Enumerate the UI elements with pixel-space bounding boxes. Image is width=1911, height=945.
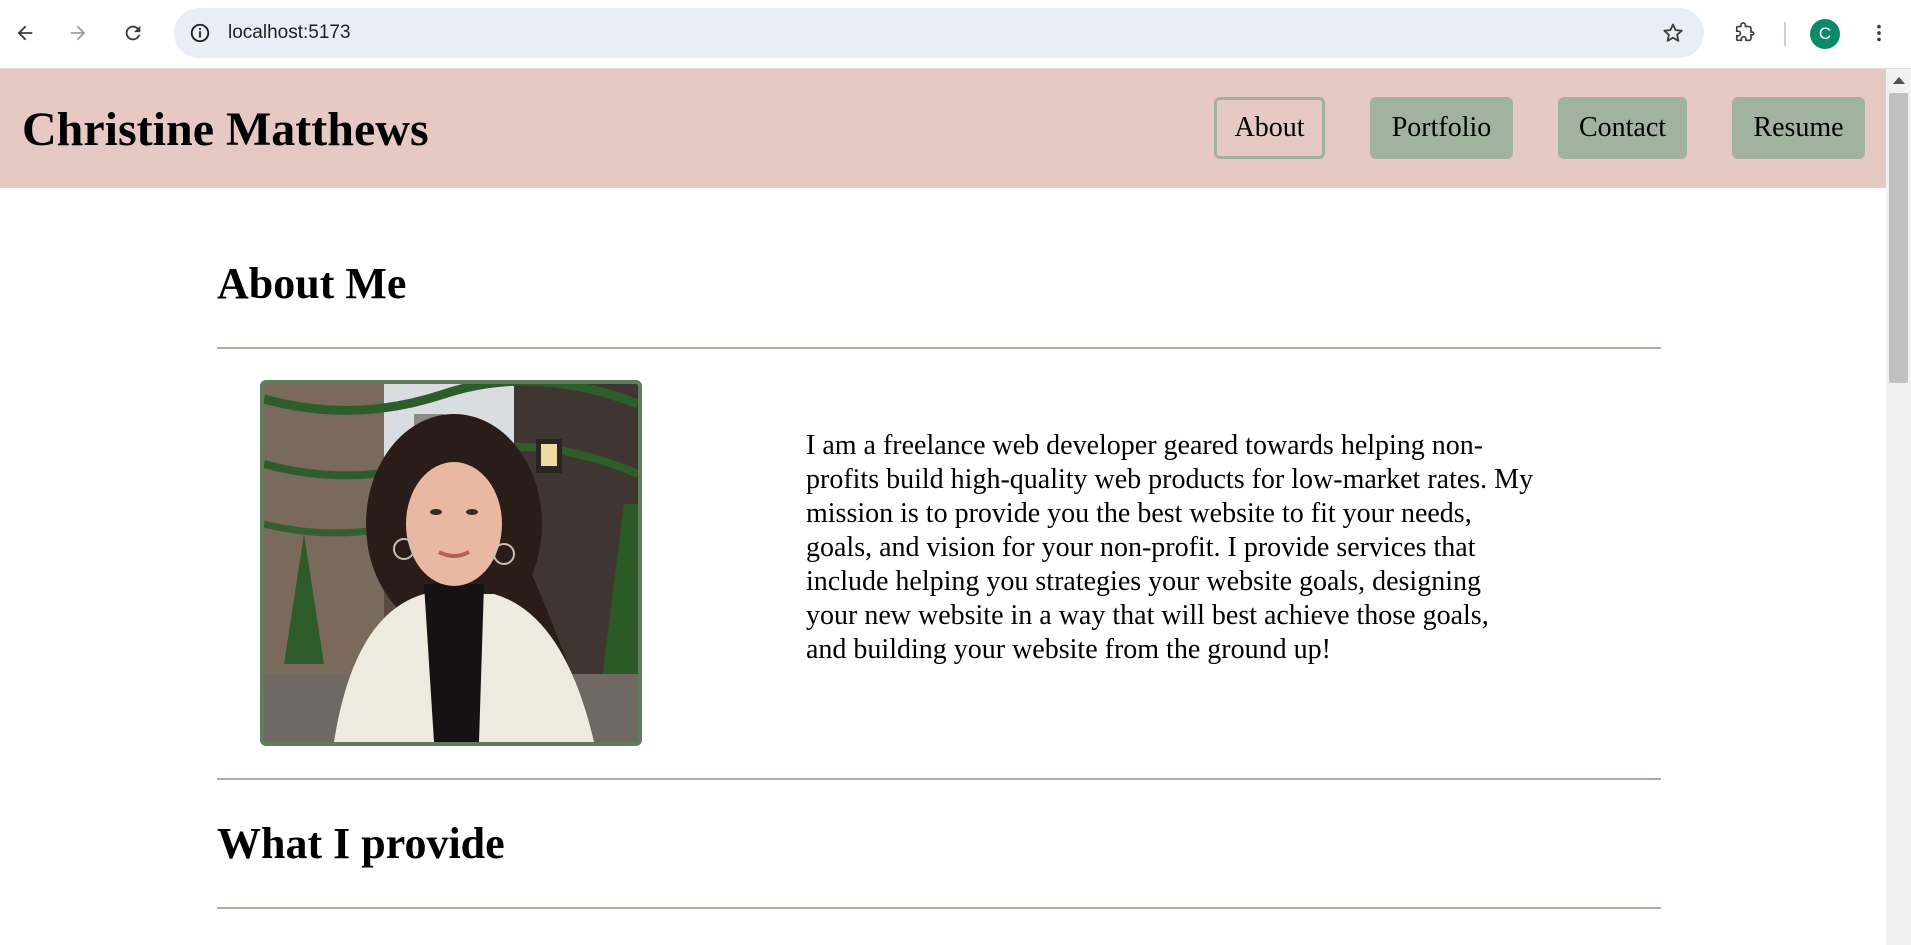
about-bio-text: I am a freelance web developer geared to… [806,430,1534,665]
forward-button[interactable] [59,14,97,52]
nav-about-link[interactable]: About [1214,97,1325,159]
browser-toolbar: localhost:5173 C [0,0,1911,69]
section-divider [217,347,1661,349]
profile-photo [260,380,642,746]
section-divider [217,907,1661,909]
nav-portfolio-link[interactable]: Portfolio [1370,97,1513,159]
url-text[interactable]: localhost:5173 [228,22,351,44]
kebab-menu-icon [1877,24,1881,42]
section-divider [217,778,1661,780]
page-scrollbar[interactable] [1886,69,1911,945]
about-heading: About Me [217,259,407,308]
site-info-icon[interactable] [186,19,214,47]
reload-button[interactable] [114,14,152,52]
arrow-left-icon [17,25,33,41]
bookmark-star-icon[interactable] [1660,20,1686,46]
nav-contact-link[interactable]: Contact [1558,97,1687,159]
nav-resume-link[interactable]: Resume [1732,97,1865,159]
site-header: Christine Matthews About Portfolio Conta… [0,69,1886,188]
arrow-right-icon [70,25,86,41]
what-i-provide-heading: What I provide [217,819,505,868]
back-button[interactable] [6,14,44,52]
address-bar[interactable]: localhost:5173 [174,8,1704,58]
site-title: Christine Matthews [22,103,429,156]
scroll-up-arrow-icon[interactable] [1893,77,1905,84]
profile-avatar[interactable]: C [1810,19,1840,49]
page-viewport: Christine Matthews About Portfolio Conta… [0,69,1886,945]
puzzle-icon [1735,22,1755,42]
toolbar-divider [1784,22,1786,46]
extensions-button[interactable] [1726,14,1764,52]
scrollbar-thumb[interactable] [1889,93,1908,383]
browser-menu-button[interactable] [1860,14,1898,52]
reload-icon [125,25,141,41]
